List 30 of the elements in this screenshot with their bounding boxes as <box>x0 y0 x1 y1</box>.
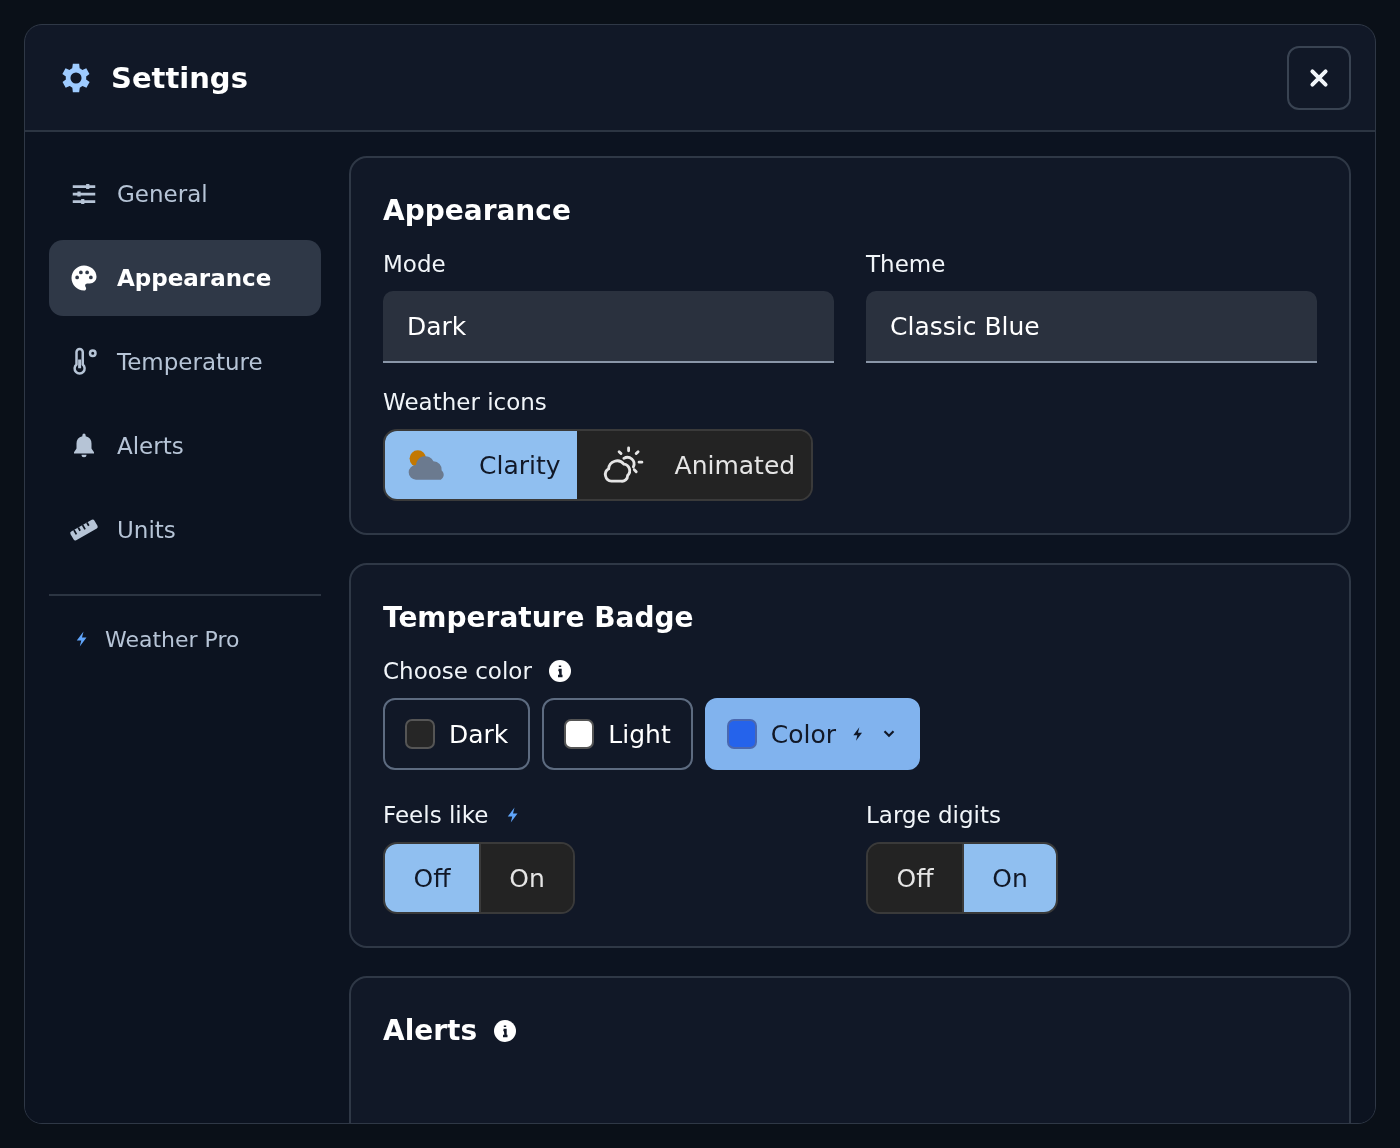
field-label: Feels like <box>383 802 489 828</box>
field-label: Choose color <box>383 658 532 684</box>
field-label: Weather icons <box>383 389 548 415</box>
toggle-option[interactable]: On <box>962 844 1056 912</box>
palette-icon <box>69 263 99 293</box>
field-label: Theme <box>866 251 947 277</box>
sidebar-item[interactable]: Alerts <box>49 408 321 484</box>
field-label: Mode <box>383 251 447 277</box>
color-option[interactable]: Dark <box>383 698 531 770</box>
section-title: Temperature Badge <box>383 601 695 634</box>
dialog-title: Settings <box>111 60 249 95</box>
close-button[interactable] <box>1287 45 1351 110</box>
sidebar-item[interactable]: Units <box>49 492 321 568</box>
toggle-option[interactable]: Off <box>385 844 479 912</box>
sidebar-item[interactable]: Temperature <box>49 324 321 400</box>
select-field[interactable]: Dark <box>383 291 834 363</box>
color-option[interactable]: Color <box>704 698 920 770</box>
icon-style-option[interactable]: Clarity <box>385 431 577 499</box>
weather-pro-link[interactable]: Weather Pro <box>49 614 321 664</box>
color-option[interactable]: Light <box>542 698 693 770</box>
section-title: Appearance <box>383 194 572 227</box>
sidebar-item[interactable]: Appearance <box>49 240 321 316</box>
select-field[interactable]: Classic Blue <box>866 291 1317 363</box>
close-icon <box>1308 66 1330 89</box>
sidebar-item[interactable]: General <box>49 156 321 232</box>
toggle-option[interactable]: On <box>479 844 573 912</box>
field-label: Large digits <box>866 802 1001 828</box>
info-icon <box>547 659 572 683</box>
info-icon <box>493 1018 518 1043</box>
section-title: Alerts <box>383 1014 478 1047</box>
